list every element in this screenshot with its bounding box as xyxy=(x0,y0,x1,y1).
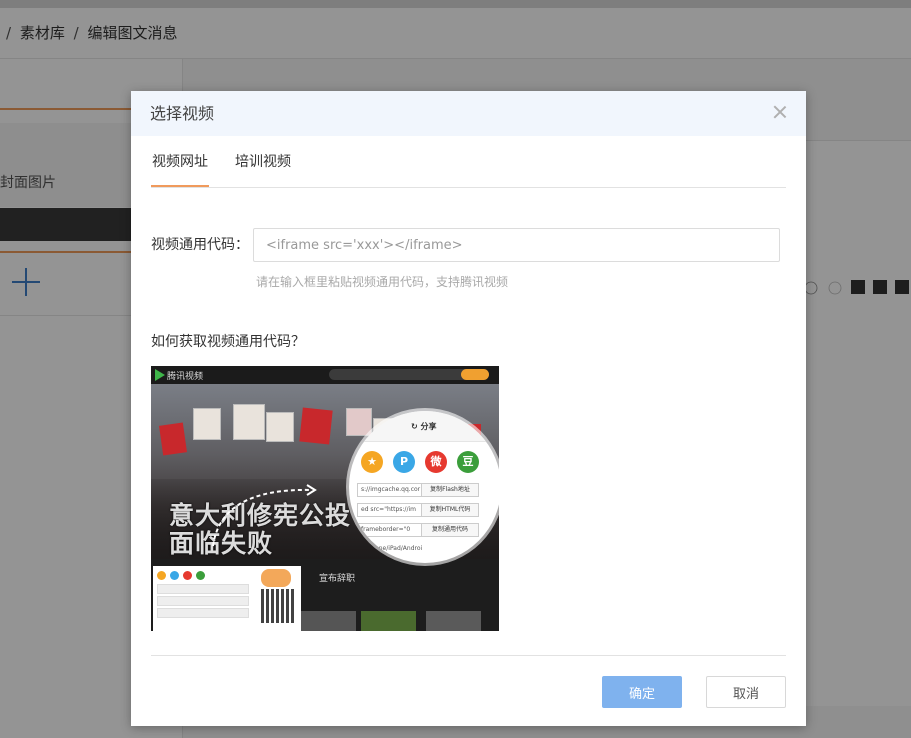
dialog-title: 选择视频 xyxy=(150,104,215,123)
howto-label: 如何获取视频通用代码？ xyxy=(151,334,305,350)
confirm-button[interactable]: 确定 xyxy=(602,676,682,708)
video-code-label: 视频通用代码： xyxy=(151,237,249,253)
weibo-icon: 微 xyxy=(425,451,447,473)
illustration-mascot xyxy=(261,569,291,587)
tab-training-video[interactable]: 培训视频 xyxy=(235,143,291,186)
qzone-icon: P xyxy=(393,451,415,473)
footer-divider xyxy=(151,655,786,656)
illustration-mini-share-icons xyxy=(157,571,205,580)
illustration-share-header: ↻ 分享 xyxy=(349,411,499,442)
select-video-dialog: 选择视频 视频网址 培训视频 视频通用代码： 请在输入框里粘贴视频通用代码，支持… xyxy=(131,91,806,726)
illustration-code-row: 于iPhone/iPad/Androi xyxy=(360,545,423,552)
illustration-code-row: ed src="https://im 复制HTML代码 xyxy=(349,503,499,517)
illustration-qr-code xyxy=(261,589,295,623)
illustration-share-icons: ★ P 微 豆 xyxy=(361,451,479,473)
cancel-button[interactable]: 取消 xyxy=(706,676,786,708)
tencent-video-logo: 腾讯视频 xyxy=(155,369,203,382)
douban-icon: 豆 xyxy=(457,451,479,473)
video-code-input[interactable] xyxy=(253,228,780,262)
illustration-news-title: 宣布辞职 xyxy=(319,574,356,584)
illustration-search-bar xyxy=(329,369,489,380)
illustration-arrow xyxy=(212,484,317,547)
star-icon: ★ xyxy=(361,451,383,473)
tab-video-url[interactable]: 视频网址 xyxy=(151,143,209,187)
video-code-hint: 请在输入框里粘贴视频通用代码，支持腾讯视频 xyxy=(256,275,509,289)
dialog-header: 选择视频 xyxy=(131,91,806,136)
illustration-zoom-circle: ↻ 分享 ★ P 微 豆 s://imgcache.qq.cor 复制Flash… xyxy=(349,411,499,563)
howto-illustration: 腾讯视频 意大利修宪公投 面临失败 宣布辞职 ↻ 分享 ★ P 微 豆 s://… xyxy=(151,366,499,631)
illustration-site-header: 腾讯视频 xyxy=(151,366,499,384)
illustration-code-row: s://imgcache.qq.cor 复制Flash地址 xyxy=(349,483,499,497)
illustration-share-label: ↻ 分享 xyxy=(411,422,437,431)
illustration-code-row: frameborder="0 复制通用代码 xyxy=(349,523,499,537)
illustration-logo-text: 腾讯视频 xyxy=(167,372,204,382)
close-icon[interactable] xyxy=(771,103,789,121)
video-source-tabs: 视频网址 培训视频 xyxy=(151,143,786,188)
